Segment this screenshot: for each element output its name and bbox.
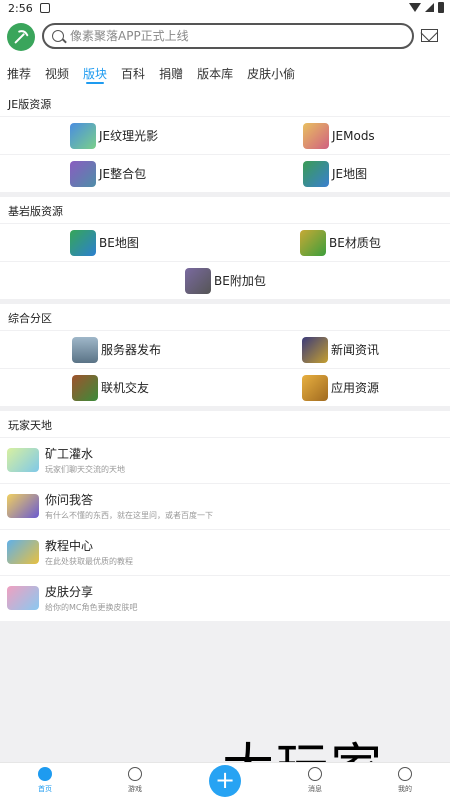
map-icon bbox=[303, 160, 329, 187]
top-header bbox=[0, 18, 450, 56]
multiplayer-friends[interactable]: 联机交友 bbox=[72, 369, 149, 406]
signal-icon bbox=[425, 3, 434, 12]
news-building-icon bbox=[302, 336, 328, 363]
create-post-button[interactable]: + bbox=[209, 765, 241, 797]
compass-icon bbox=[128, 767, 142, 781]
chat-bubbles-icon bbox=[7, 448, 39, 472]
search-input[interactable] bbox=[70, 27, 400, 45]
forum-chat[interactable]: 矿工灌水 玩家们聊天交流的天地 bbox=[0, 438, 450, 483]
je-maps[interactable]: JE地图 bbox=[303, 155, 367, 192]
section-players-title: 玩家天地 bbox=[0, 411, 450, 437]
question-people-icon bbox=[7, 494, 39, 518]
be-row-1: BE地图 BE材质包 bbox=[0, 224, 450, 261]
je-modpack[interactable]: JE整合包 bbox=[70, 155, 146, 192]
be-row-2: BE附加包 bbox=[0, 262, 450, 299]
status-bar: 2:56 bbox=[0, 0, 450, 18]
tab-sections[interactable]: 版块 bbox=[83, 56, 107, 90]
section-be-title: 基岩版资源 bbox=[0, 197, 450, 223]
home-icon bbox=[38, 767, 52, 781]
je-row-2: JE整合包 JE地图 bbox=[0, 155, 450, 192]
general-row-2: 联机交友 应用资源 bbox=[0, 369, 450, 406]
tab-donate[interactable]: 捐赠 bbox=[159, 56, 183, 90]
wifi-icon bbox=[409, 3, 421, 12]
nav-messages[interactable]: 消息 bbox=[295, 767, 335, 794]
status-icons bbox=[409, 2, 444, 13]
nav-home[interactable]: 首页 bbox=[25, 767, 65, 794]
app-box-icon bbox=[302, 374, 328, 401]
be-maps[interactable]: BE地图 bbox=[70, 224, 139, 261]
forum-tutorials[interactable]: 教程中心 在此处获取最优质的教程 bbox=[0, 530, 450, 575]
notification-icon bbox=[40, 3, 50, 13]
nav-me[interactable]: 我的 bbox=[385, 767, 425, 794]
forum-skins[interactable]: 皮肤分享 给你的MC角色更换皮肤吧 bbox=[0, 576, 450, 621]
app-resources[interactable]: 应用资源 bbox=[302, 369, 379, 406]
message-icon bbox=[308, 767, 322, 781]
forum-qa[interactable]: 你问我答 有什么不懂的东西，就在这里问，或者百度一下 bbox=[0, 484, 450, 529]
house-icon bbox=[72, 374, 98, 401]
section-je-title: JE版资源 bbox=[0, 90, 450, 116]
je-row-1: JE纹理光影 JEMods bbox=[0, 117, 450, 154]
section-general-title: 综合分区 bbox=[0, 304, 450, 330]
search-bar[interactable] bbox=[42, 23, 414, 49]
creeper-icon bbox=[300, 229, 326, 256]
nav-games[interactable]: 游戏 bbox=[115, 767, 155, 794]
skin-share-icon bbox=[7, 586, 39, 610]
category-tabs: 推荐 视频 版块 百科 捐赠 版本库 皮肤小偷 bbox=[0, 56, 450, 90]
general-row-1: 服务器发布 新闻资讯 bbox=[0, 331, 450, 368]
tab-versions[interactable]: 版本库 bbox=[197, 56, 233, 90]
mail-icon[interactable] bbox=[421, 29, 438, 42]
server-icon bbox=[72, 336, 98, 363]
tutorial-icon bbox=[7, 540, 39, 564]
modpack-chest-icon bbox=[70, 160, 96, 187]
tab-skin-stealer[interactable]: 皮肤小偷 bbox=[247, 56, 295, 90]
je-texture-shaders[interactable]: JE纹理光影 bbox=[70, 117, 158, 154]
be-addons[interactable]: BE附加包 bbox=[185, 262, 266, 299]
tab-wiki[interactable]: 百科 bbox=[121, 56, 145, 90]
je-mods[interactable]: JEMods bbox=[303, 117, 375, 154]
profile-icon bbox=[398, 767, 412, 781]
search-icon bbox=[52, 30, 64, 42]
status-time: 2:56 bbox=[8, 2, 33, 15]
battery-icon bbox=[438, 2, 444, 13]
mods-icon bbox=[303, 122, 329, 149]
be-map-icon bbox=[70, 229, 96, 256]
news[interactable]: 新闻资讯 bbox=[302, 331, 379, 368]
shader-pack-icon bbox=[70, 122, 96, 149]
tab-recommend[interactable]: 推荐 bbox=[7, 56, 31, 90]
be-texture-packs[interactable]: BE材质包 bbox=[300, 224, 381, 261]
pickaxe-logo-icon[interactable] bbox=[7, 23, 35, 51]
addon-icon bbox=[185, 267, 211, 294]
tab-video[interactable]: 视频 bbox=[45, 56, 69, 90]
server-publish[interactable]: 服务器发布 bbox=[72, 331, 161, 368]
